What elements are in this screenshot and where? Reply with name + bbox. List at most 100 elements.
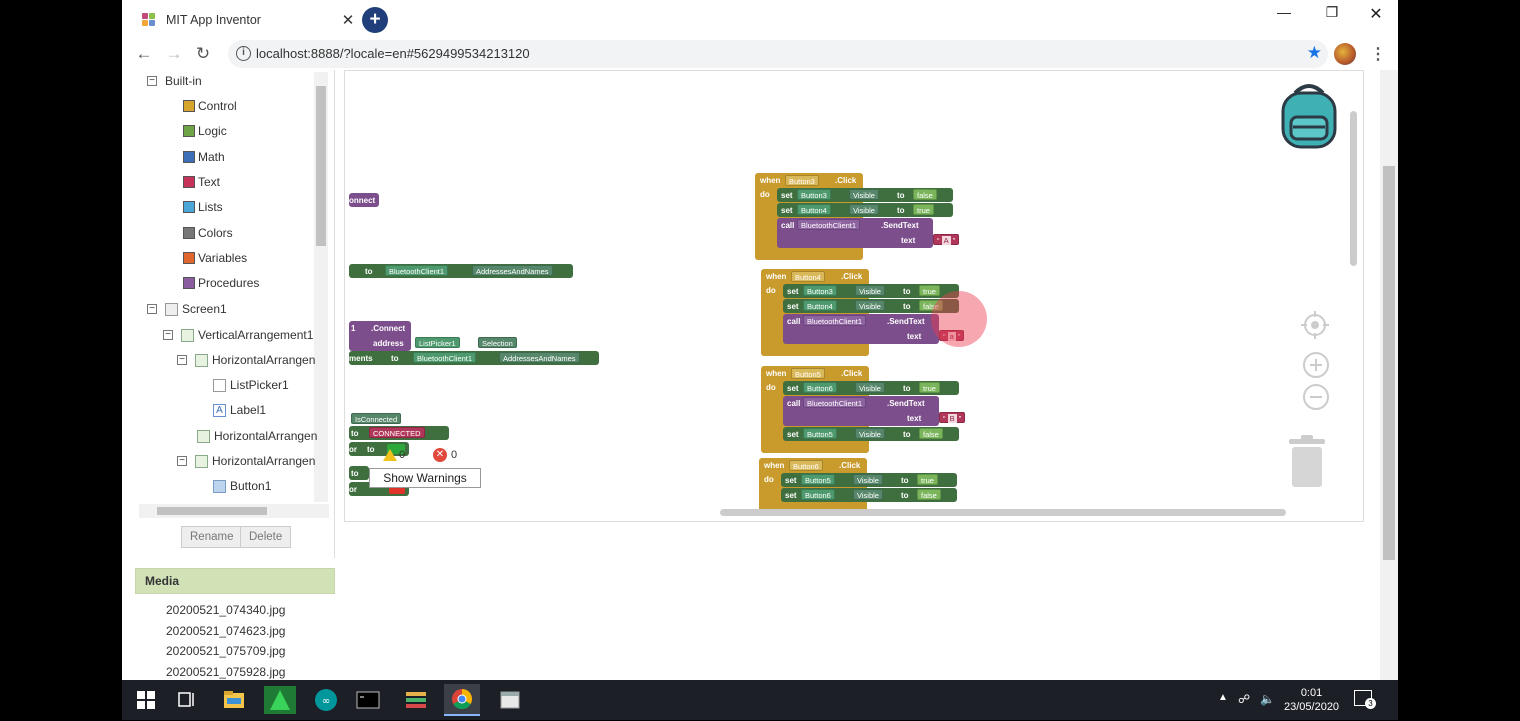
site-info-icon[interactable]: i [236, 46, 251, 61]
collapse-icon[interactable]: − [177, 355, 187, 365]
rename-button[interactable]: Rename [181, 526, 243, 548]
media-file-item[interactable]: 20200521_074623.jpg [166, 624, 285, 638]
zoom-out-icon[interactable] [1302, 383, 1330, 411]
bookmark-star-icon[interactable]: ★ [1307, 43, 1322, 63]
property-slot[interactable]: Visible [853, 489, 883, 500]
chrome-taskbar-button[interactable] [444, 684, 480, 716]
component-slot[interactable]: Button4 [803, 300, 837, 311]
builtin-text[interactable]: Text [183, 172, 220, 192]
component-item[interactable]: − Screen1 [147, 299, 227, 319]
close-window-button[interactable]: ✕ [1354, 4, 1398, 24]
set-block[interactable]: set Button6 Visible to true [783, 381, 959, 395]
component-slot[interactable]: Button6 [803, 382, 837, 393]
palette-horizontal-scrollbar[interactable] [139, 504, 329, 518]
property-slot[interactable]: Visible [849, 204, 879, 215]
media-file-item[interactable]: 20200521_075928.jpg [166, 665, 285, 679]
network-icon[interactable]: ☍ [1238, 692, 1250, 706]
call-sendtext-block[interactable]: call BluetoothClient1 .SendText text [783, 396, 939, 426]
taskbar-clock[interactable]: 0:01 23/05/2020 [1284, 686, 1339, 714]
text-value-slot[interactable]: “ A ” [933, 234, 960, 245]
forward-arrow-icon[interactable]: → [162, 42, 186, 66]
profile-avatar-icon[interactable] [1334, 43, 1356, 65]
window-app-icon[interactable] [492, 684, 528, 716]
set-block[interactable]: set Button3 Visible to true [783, 284, 959, 298]
backpack-icon[interactable] [1277, 83, 1341, 149]
collapse-icon[interactable]: − [177, 456, 187, 466]
reload-icon[interactable]: ↻ [191, 42, 215, 66]
arduino-icon[interactable]: ∞ [308, 684, 344, 716]
partial-set-text-block[interactable]: to CONNECTED [349, 426, 449, 440]
event-component-slot[interactable]: Button3 [785, 175, 819, 186]
component-slot[interactable]: Button5 [803, 428, 837, 439]
component-slot[interactable]: Button4 [797, 204, 831, 215]
media-file-item[interactable]: 20200521_075709.jpg [166, 644, 285, 658]
terminal-icon[interactable] [350, 684, 386, 716]
builtin-control[interactable]: Control [183, 96, 237, 116]
volume-icon[interactable]: 🔈 [1260, 692, 1275, 706]
page-scrollbar[interactable] [1380, 70, 1398, 680]
component-item[interactable]: − HorizontalArrangen [177, 350, 315, 370]
property-slot[interactable]: Visible [855, 300, 885, 311]
component-item[interactable]: − VerticalArrangement1 [163, 325, 313, 345]
stack-app-icon[interactable] [398, 684, 434, 716]
component-slot[interactable]: Button6 [801, 489, 835, 500]
address-bar[interactable]: i localhost:8888/?locale=en#562949953421… [228, 40, 1328, 68]
notifications-icon[interactable]: 3 [1354, 690, 1376, 709]
builtin-lists[interactable]: Lists [183, 197, 223, 217]
property-slot[interactable]: Visible [853, 474, 883, 485]
minimize-button[interactable]: — [1262, 4, 1306, 20]
component-item[interactable]: ListPicker1 [213, 375, 289, 395]
text-value-slot[interactable]: “ B ” [939, 412, 966, 423]
addresses-slot-2[interactable]: AddressesAndNames [499, 352, 580, 363]
addresses-slot[interactable]: AddressesAndNames [472, 265, 553, 276]
listpicker-slot[interactable]: ListPicker1 [415, 337, 460, 348]
set-block[interactable]: set Button6 Visible to false [781, 488, 957, 502]
set-block[interactable]: set Button5 Visible to false [783, 427, 959, 441]
property-slot[interactable]: Visible [849, 189, 879, 200]
browser-menu-icon[interactable]: ⋮ [1370, 44, 1386, 64]
call-sendtext-block[interactable]: call BluetoothClient1 .SendText text [783, 314, 939, 344]
zoom-in-icon[interactable] [1302, 351, 1330, 379]
component-item[interactable]: Button1 [213, 476, 271, 496]
property-slot[interactable]: Visible [855, 382, 885, 393]
partial-connect-call-block[interactable]: 1 .Connect address [349, 321, 411, 351]
set-block[interactable]: set Button3 Visible to false [777, 188, 953, 202]
recenter-icon[interactable] [1301, 311, 1329, 339]
collapse-icon[interactable]: − [147, 304, 157, 314]
component-slot[interactable]: BluetoothClient1 [803, 397, 867, 408]
builtin-math[interactable]: Math [183, 147, 225, 167]
tray-chevron-icon[interactable]: ▲ [1218, 692, 1228, 703]
task-view-icon[interactable] [168, 684, 204, 716]
component-item[interactable]: − HorizontalArrangen [177, 451, 315, 471]
component-slot[interactable]: Button3 [797, 189, 831, 200]
event-component-slot[interactable]: Button6 [789, 460, 823, 471]
connected-text-slot[interactable]: CONNECTED [369, 427, 425, 438]
builtin-variables[interactable]: Variables [183, 248, 247, 268]
collapse-icon[interactable]: − [163, 330, 173, 340]
event-component-slot[interactable]: Button4 [791, 271, 825, 282]
new-tab-button[interactable]: + [362, 7, 388, 33]
component-item[interactable]: HorizontalArrangen [197, 426, 317, 446]
boolean-value-slot[interactable]: true [913, 204, 934, 215]
builtin-colors[interactable]: Colors [183, 223, 233, 243]
trash-can-icon[interactable] [1287, 435, 1327, 489]
bt-client-slot-2[interactable]: BluetoothClient1 [413, 352, 477, 363]
url-text[interactable]: localhost:8888/?locale=en#56294995342131… [256, 46, 530, 61]
tab-app-inventor[interactable]: MIT App Inventor ✕ [132, 5, 360, 35]
restore-button[interactable]: ❐ [1310, 4, 1354, 21]
delete-button[interactable]: Delete [240, 526, 292, 548]
tree-builtin[interactable]: − Built-in [147, 71, 202, 91]
tab-close-icon[interactable]: ✕ [340, 11, 356, 29]
partial-set-block[interactable]: to BluetoothClient1 AddressesAndNames [349, 264, 573, 278]
component-slot[interactable]: BluetoothClient1 [797, 219, 861, 230]
builtin-procedures[interactable]: Procedures [183, 273, 259, 293]
boolean-value-slot[interactable]: true [919, 382, 940, 393]
file-explorer-icon[interactable] [216, 684, 252, 716]
property-slot[interactable]: Visible [855, 285, 885, 296]
selection-slot[interactable]: Selection [478, 337, 517, 348]
back-arrow-icon[interactable]: ← [132, 42, 156, 66]
partial-connect-block[interactable]: onnect [349, 193, 379, 207]
partial-set-block-4[interactable]: to [349, 466, 369, 480]
component-item[interactable]: A Label1 [213, 400, 266, 420]
workspace-vertical-scrollbar[interactable] [1350, 111, 1357, 266]
